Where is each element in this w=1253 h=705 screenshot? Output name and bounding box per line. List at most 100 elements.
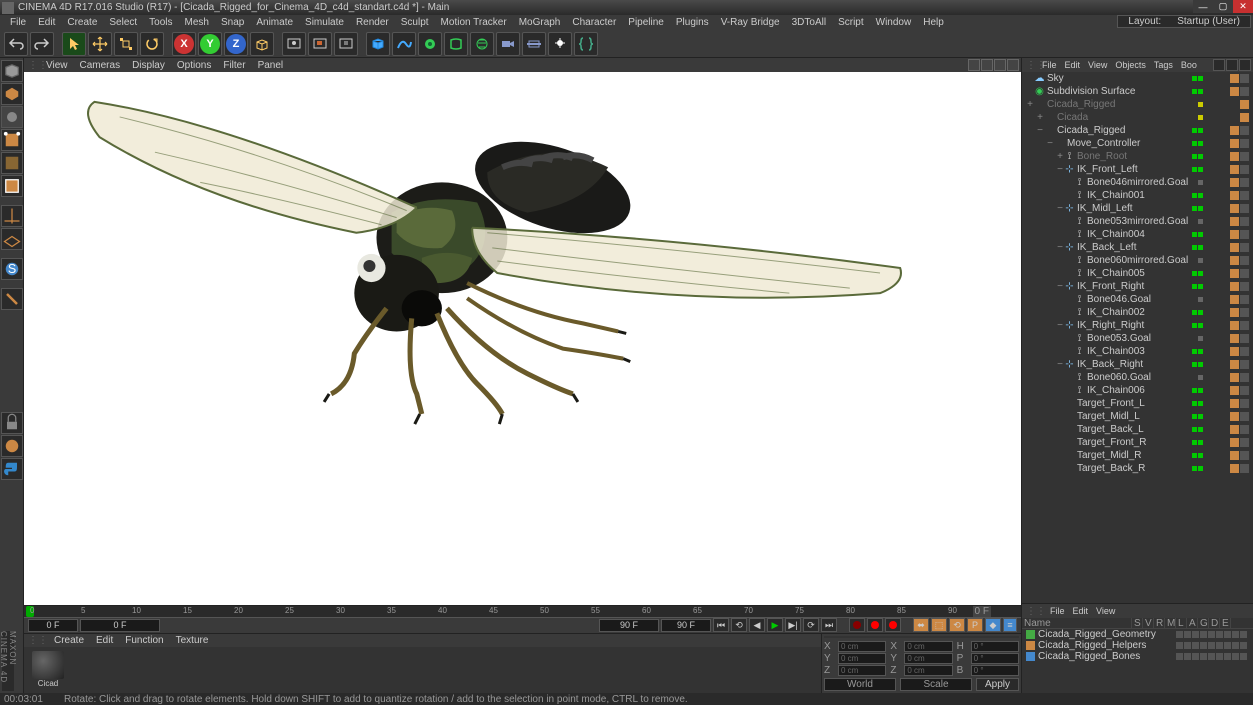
goto-end-button[interactable]: ⏭ bbox=[821, 618, 837, 632]
light-button[interactable] bbox=[522, 32, 546, 56]
axis-modify-button[interactable] bbox=[1, 205, 23, 227]
visibility-dots[interactable] bbox=[1192, 440, 1203, 445]
view-move-icon[interactable] bbox=[968, 59, 980, 71]
objmenu-edit[interactable]: Edit bbox=[1061, 60, 1085, 70]
edge-mode-button[interactable] bbox=[1, 152, 23, 174]
object-tags[interactable] bbox=[1230, 165, 1249, 174]
render-view-button[interactable] bbox=[282, 32, 306, 56]
objmenu-tags[interactable]: Tags bbox=[1150, 60, 1177, 70]
project-end-input[interactable]: 90 F bbox=[661, 619, 711, 632]
expand-icon[interactable]: − bbox=[1056, 164, 1064, 175]
visibility-dots[interactable] bbox=[1198, 102, 1203, 107]
menu-3dtoall[interactable]: 3DToAll bbox=[786, 17, 832, 28]
menu-edit[interactable]: Edit bbox=[32, 17, 61, 28]
matmenu-edit[interactable]: Edit bbox=[90, 635, 119, 646]
menu-script[interactable]: Script bbox=[832, 17, 870, 28]
object-tags[interactable] bbox=[1230, 191, 1249, 200]
object-tags[interactable] bbox=[1230, 334, 1249, 343]
menu-select[interactable]: Select bbox=[103, 17, 143, 28]
script-button[interactable] bbox=[574, 32, 598, 56]
visibility-dots[interactable] bbox=[1192, 141, 1203, 146]
object-tags[interactable] bbox=[1240, 113, 1249, 122]
tree-item-ik-back-right[interactable]: −⊹IK_Back_Right bbox=[1022, 358, 1253, 371]
visibility-dots[interactable] bbox=[1192, 232, 1203, 237]
prev-frame-button[interactable]: ◀ bbox=[749, 618, 765, 632]
tree-item-ik-front-right[interactable]: −⊹IK_Front_Right bbox=[1022, 280, 1253, 293]
pos-z[interactable]: 0 cm bbox=[838, 665, 886, 676]
deformer-button[interactable] bbox=[444, 32, 468, 56]
expand-icon[interactable]: + bbox=[1026, 99, 1034, 110]
menu-help[interactable]: Help bbox=[917, 17, 950, 28]
menu-character[interactable]: Character bbox=[566, 17, 622, 28]
object-tags[interactable] bbox=[1230, 399, 1249, 408]
point-mode-button[interactable] bbox=[1, 129, 23, 151]
menu-render[interactable]: Render bbox=[350, 17, 395, 28]
visibility-dots[interactable] bbox=[1192, 388, 1203, 393]
objmenu-view[interactable]: View bbox=[1084, 60, 1111, 70]
visibility-dots[interactable] bbox=[1192, 362, 1203, 367]
object-tags[interactable] bbox=[1230, 230, 1249, 239]
object-tags[interactable] bbox=[1230, 204, 1249, 213]
tree-item-bone053mirrored-goal[interactable]: ⟟Bone053mirrored.Goal bbox=[1022, 215, 1253, 228]
object-tags[interactable] bbox=[1230, 243, 1249, 252]
visibility-dots[interactable] bbox=[1192, 401, 1203, 406]
visibility-dots[interactable] bbox=[1192, 310, 1203, 315]
visibility-dots[interactable] bbox=[1192, 414, 1203, 419]
object-tags[interactable] bbox=[1230, 178, 1249, 187]
visibility-dots[interactable] bbox=[1192, 466, 1203, 471]
tree-item-ik-back-left[interactable]: −⊹IK_Back_Left bbox=[1022, 241, 1253, 254]
expand-icon[interactable]: − bbox=[1056, 359, 1064, 370]
matmenu-create[interactable]: Create bbox=[48, 635, 90, 646]
tree-item-bone-root[interactable]: +⟟Bone_Root bbox=[1022, 150, 1253, 163]
visibility-dots[interactable] bbox=[1198, 336, 1203, 341]
tree-item-target-midl-l[interactable]: Target_Midl_L bbox=[1022, 410, 1253, 423]
visibility-dots[interactable] bbox=[1198, 258, 1203, 263]
tree-item-bone060-goal[interactable]: ⟟Bone060.Goal bbox=[1022, 371, 1253, 384]
menu-create[interactable]: Create bbox=[61, 17, 103, 28]
object-tree[interactable]: ☁Sky◉Subdivision Surface+Cicada_Rigged+C… bbox=[1022, 72, 1253, 603]
prev-key-button[interactable]: ⟲ bbox=[731, 618, 747, 632]
polygon-mode-button[interactable] bbox=[1, 175, 23, 197]
tree-item-subdivision-surface[interactable]: ◉Subdivision Surface bbox=[1022, 85, 1253, 98]
light2-button[interactable] bbox=[548, 32, 572, 56]
object-tags[interactable] bbox=[1230, 282, 1249, 291]
layout-selector[interactable]: Layout: Startup (User) bbox=[1117, 15, 1251, 28]
expand-icon[interactable]: − bbox=[1036, 125, 1044, 136]
object-tags[interactable] bbox=[1230, 373, 1249, 382]
goto-start-button[interactable]: ⏮ bbox=[713, 618, 729, 632]
viewmenu-cameras[interactable]: Cameras bbox=[74, 60, 127, 71]
visibility-dots[interactable] bbox=[1192, 167, 1203, 172]
expand-icon[interactable]: − bbox=[1056, 281, 1064, 292]
key-pla-button[interactable]: ◆ bbox=[985, 618, 1001, 632]
tree-item-ik-chain003[interactable]: ⟟IK_Chain003 bbox=[1022, 345, 1253, 358]
size-x[interactable]: 0 cm bbox=[904, 641, 952, 652]
visibility-dots[interactable] bbox=[1198, 219, 1203, 224]
rot-h[interactable]: 0 ° bbox=[971, 641, 1019, 652]
objmenu-objects[interactable]: Objects bbox=[1111, 60, 1150, 70]
object-tags[interactable] bbox=[1230, 152, 1249, 161]
next-key-button[interactable]: ⟳ bbox=[803, 618, 819, 632]
matmenu-texture[interactable]: Texture bbox=[170, 635, 215, 646]
x-axis-button[interactable]: X bbox=[172, 32, 196, 56]
y-axis-button[interactable]: Y bbox=[198, 32, 222, 56]
layermenu-edit[interactable]: Edit bbox=[1069, 606, 1093, 616]
tree-item-move-controller[interactable]: −Move_Controller bbox=[1022, 137, 1253, 150]
object-mode-button[interactable] bbox=[1, 83, 23, 105]
menu-pipeline[interactable]: Pipeline bbox=[622, 17, 670, 28]
environment-button[interactable] bbox=[470, 32, 494, 56]
key-selection-button[interactable] bbox=[885, 618, 901, 632]
record-button[interactable] bbox=[849, 618, 865, 632]
tree-item-ik-chain001[interactable]: ⟟IK_Chain001 bbox=[1022, 189, 1253, 202]
obj-search-icon[interactable] bbox=[1213, 59, 1225, 71]
expand-icon[interactable]: − bbox=[1056, 203, 1064, 214]
object-tags[interactable] bbox=[1230, 321, 1249, 330]
layer-list[interactable]: NameSVRMLAGDE Cicada_Rigged_GeometryCica… bbox=[1022, 618, 1253, 693]
tree-item-ik-chain006[interactable]: ⟟IK_Chain006 bbox=[1022, 384, 1253, 397]
object-tags[interactable] bbox=[1240, 100, 1249, 109]
visibility-dots[interactable] bbox=[1192, 284, 1203, 289]
minimize-button[interactable]: — bbox=[1193, 0, 1213, 13]
tree-item-target-back-r[interactable]: Target_Back_R bbox=[1022, 462, 1253, 475]
tree-item-ik-front-left[interactable]: −⊹IK_Front_Left bbox=[1022, 163, 1253, 176]
viewmenu-display[interactable]: Display bbox=[126, 60, 171, 71]
expand-icon[interactable]: − bbox=[1056, 320, 1064, 331]
